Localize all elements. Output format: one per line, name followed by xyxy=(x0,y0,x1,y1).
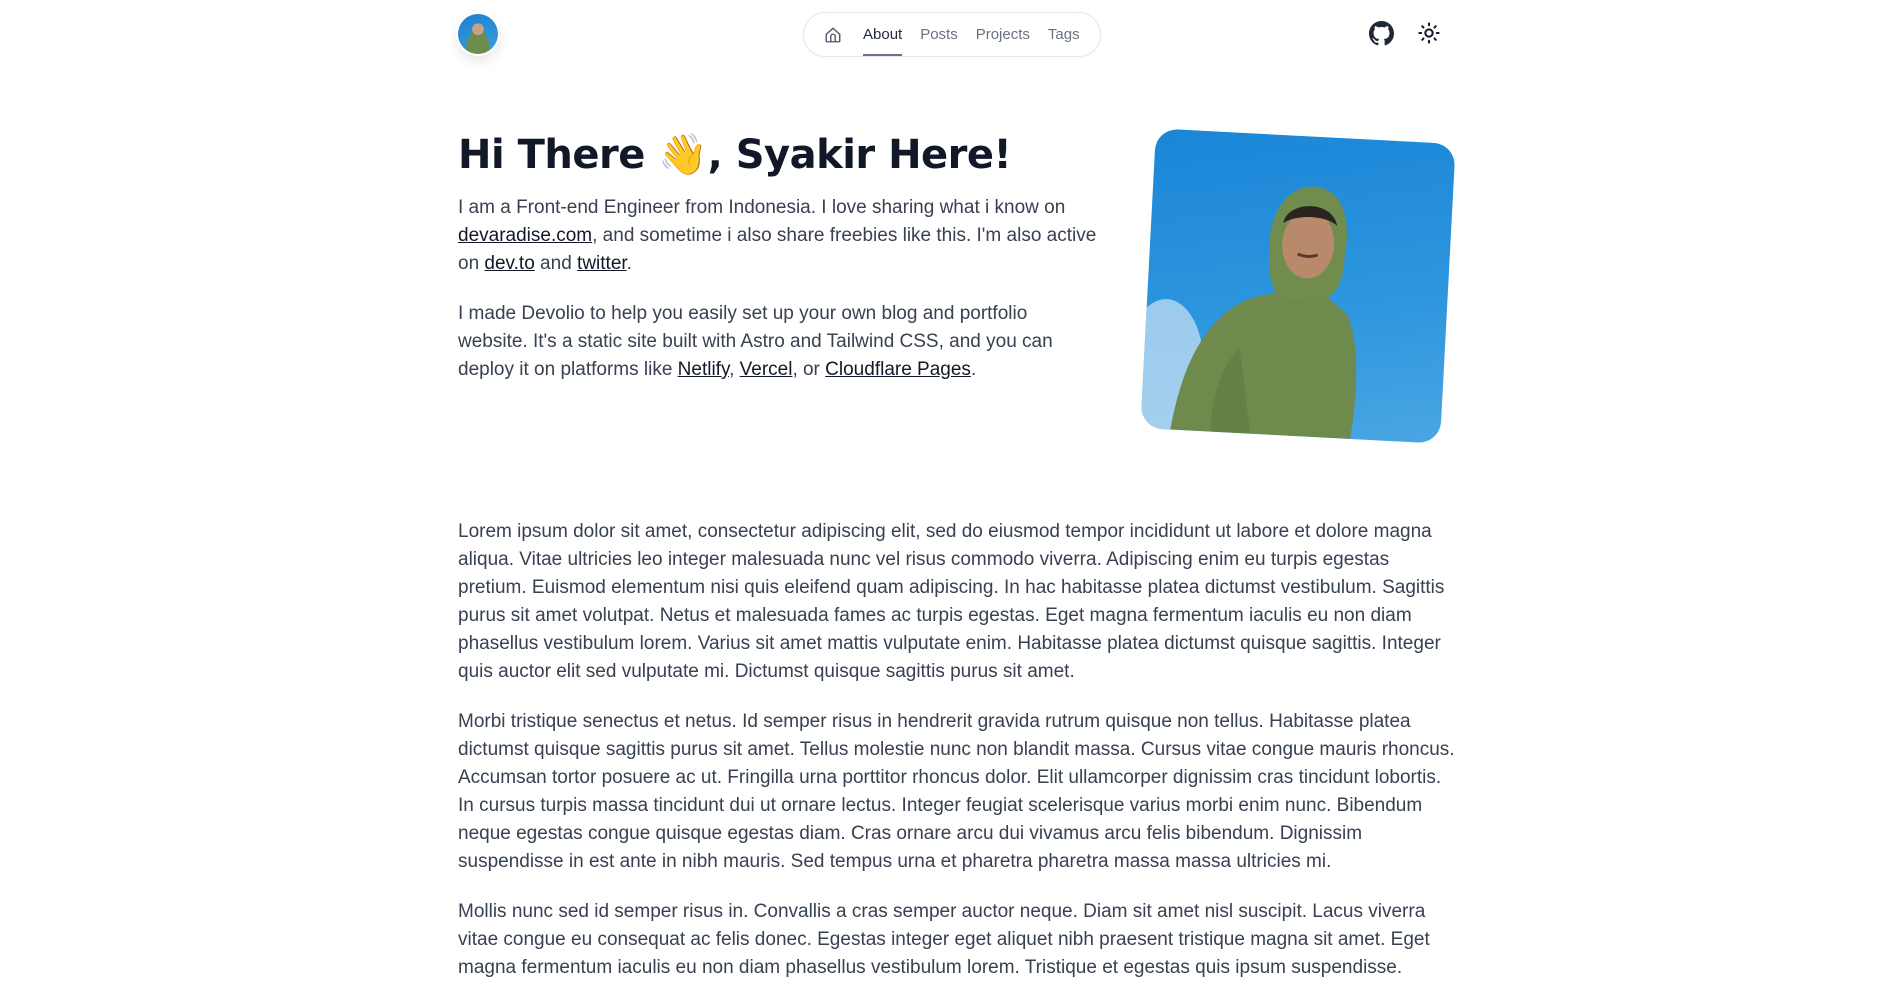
sun-icon[interactable] xyxy=(1416,20,1442,46)
title-text: Hi There xyxy=(458,132,659,178)
text: I am a Front-end Engineer from Indonesia… xyxy=(458,197,1066,218)
waving-hand-icon: 👋 xyxy=(658,132,708,178)
link-devaradise[interactable]: devaradise.com xyxy=(458,225,592,246)
link-devto[interactable]: dev.to xyxy=(484,253,534,274)
body-paragraph: Mollis nunc sed id semper risus in. Conv… xyxy=(458,901,1430,978)
home-icon[interactable] xyxy=(824,26,842,44)
body-paragraph: Lorem ipsum dolor sit amet, consectetur … xyxy=(458,521,1445,682)
nav-item-tags[interactable]: Tags xyxy=(1048,12,1080,57)
text: , xyxy=(729,359,740,380)
nav-item-posts[interactable]: Posts xyxy=(920,12,958,57)
profile-photo-illustration xyxy=(1140,186,1357,440)
nav-item-about[interactable]: About xyxy=(863,12,903,57)
intro-paragraph: I am a Front-end Engineer from Indonesia… xyxy=(458,194,1098,278)
site-header: About Posts Projects Tags xyxy=(458,0,1462,70)
text: . xyxy=(970,359,977,380)
link-cloudflare-pages[interactable]: Cloudflare Pages xyxy=(825,359,971,380)
body-paragraph: Morbi tristique senectus et netus. Id se… xyxy=(458,711,1455,872)
hero-intro: Hi There 👋, Syakir Here! I am a Front-en… xyxy=(458,130,1098,384)
devolio-paragraph: I made Devolio to help you easily set up… xyxy=(458,300,1098,384)
link-netlify[interactable]: Netlify xyxy=(678,359,729,380)
text: . xyxy=(626,253,632,274)
text: and xyxy=(534,253,578,274)
page-title: Hi There 👋, Syakir Here! xyxy=(458,130,1098,180)
avatar[interactable] xyxy=(458,14,498,54)
link-twitter[interactable]: twitter xyxy=(577,253,627,274)
text: , or xyxy=(792,359,826,380)
nav-item-projects[interactable]: Projects xyxy=(976,12,1030,57)
title-text-name: , Syakir Here! xyxy=(707,132,1012,178)
github-icon[interactable] xyxy=(1368,20,1394,46)
article-body: Lorem ipsum dolor sit amet, consectetur … xyxy=(458,518,1462,982)
main-nav: About Posts Projects Tags xyxy=(803,12,1101,57)
profile-photo xyxy=(1140,128,1456,444)
page-container: About Posts Projects Tags Hi There 👋, Sy… xyxy=(458,0,1462,978)
hero-section: Hi There 👋, Syakir Here! I am a Front-en… xyxy=(458,128,1462,444)
header-actions xyxy=(1368,20,1442,46)
link-vercel[interactable]: Vercel xyxy=(740,359,793,380)
